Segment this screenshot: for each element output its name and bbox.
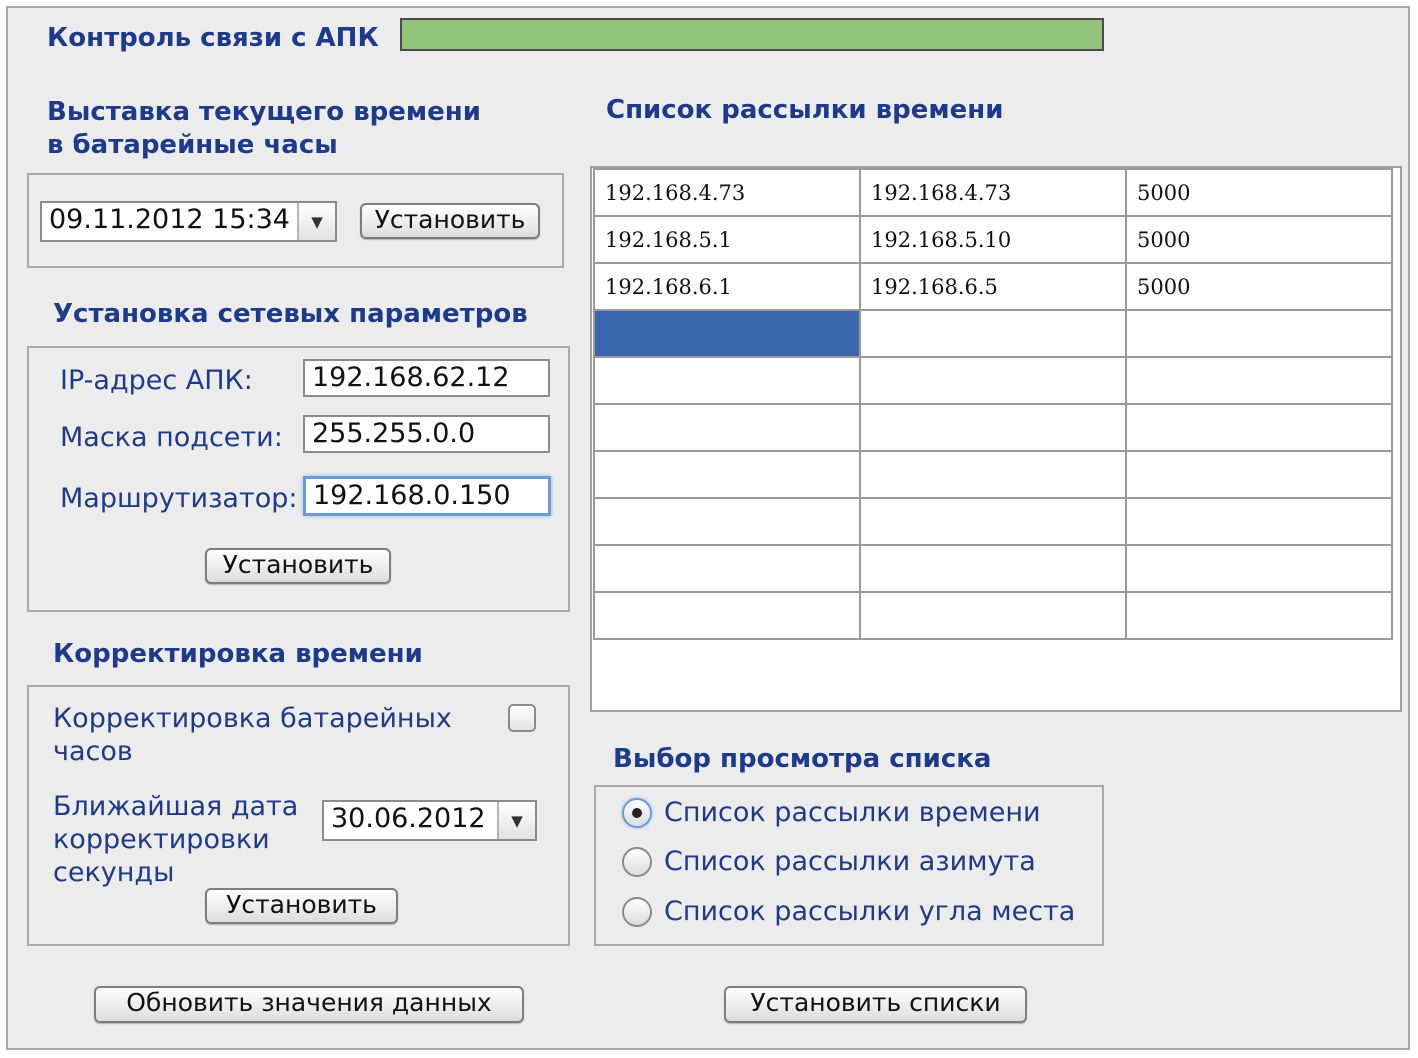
link-control-title: Контроль связи с АПК: [47, 23, 379, 53]
table-cell[interactable]: [1125, 591, 1393, 640]
leap-second-date-value: 30.06.2012: [331, 803, 486, 834]
radio-time-list-label[interactable]: Список рассылки времени: [664, 796, 1041, 829]
table-row[interactable]: 192.168.4.73 192.168.4.73 5000: [593, 168, 1393, 217]
table-row[interactable]: [593, 591, 1393, 640]
network-section-title: Установка сетевых параметров: [53, 299, 528, 329]
table-cell[interactable]: [1125, 356, 1393, 405]
view-select-title: Выбор просмотра списка: [613, 744, 992, 774]
table-row[interactable]: [593, 356, 1393, 405]
datetime-combobox[interactable]: 09.11.2012 15:34 ▼: [40, 201, 337, 242]
table-cell[interactable]: [859, 309, 1127, 358]
table-row[interactable]: [593, 544, 1393, 593]
table-cell[interactable]: [859, 356, 1127, 405]
table-cell[interactable]: [1125, 403, 1393, 452]
table-cell[interactable]: [1125, 450, 1393, 499]
leap-second-date-label: Ближайшая дата корректировки секунды: [53, 791, 299, 888]
table-cell[interactable]: [1125, 309, 1393, 358]
ip-address-field[interactable]: 192.168.62.12: [303, 359, 550, 397]
refresh-data-button[interactable]: Обновить значения данных: [94, 986, 524, 1023]
table-cell[interactable]: [1125, 544, 1393, 593]
radio-time-list[interactable]: [622, 798, 652, 828]
table-cell[interactable]: 5000: [1125, 215, 1393, 264]
chevron-down-icon[interactable]: ▼: [497, 802, 535, 839]
table-cell[interactable]: 192.168.5.1: [593, 215, 861, 264]
table-cell[interactable]: 192.168.4.73: [859, 168, 1127, 217]
table-cell[interactable]: [859, 544, 1127, 593]
table-cell[interactable]: [593, 403, 861, 452]
router-field[interactable]: 192.168.0.150: [303, 476, 551, 516]
table-cell[interactable]: 5000: [1125, 168, 1393, 217]
set-network-button[interactable]: Установить: [205, 548, 391, 584]
radio-elevation-list[interactable]: [622, 897, 652, 927]
correction-section-title: Корректировка времени: [53, 639, 423, 669]
clock-section-title: Выставка текущего времени в батарейные ч…: [47, 97, 481, 160]
set-clock-button[interactable]: Установить: [360, 203, 540, 239]
table-cell[interactable]: 192.168.4.73: [593, 168, 861, 217]
table-row[interactable]: 192.168.5.1 192.168.5.10 5000: [593, 215, 1393, 264]
router-label: Маршрутизатор:: [60, 483, 298, 514]
leap-second-date-combobox[interactable]: 30.06.2012 ▼: [322, 800, 537, 841]
set-lists-button[interactable]: Установить списки: [724, 986, 1027, 1023]
link-status-indicator: [400, 18, 1104, 51]
datetime-value: 09.11.2012 15:34: [49, 204, 290, 235]
table-cell[interactable]: [593, 544, 861, 593]
table-cell[interactable]: [859, 450, 1127, 499]
table-cell[interactable]: [859, 403, 1127, 452]
table-cell[interactable]: [593, 450, 861, 499]
table-row[interactable]: [593, 309, 1393, 358]
radio-elevation-list-label[interactable]: Список рассылки угла места: [664, 895, 1075, 928]
table-cell[interactable]: [1125, 497, 1393, 546]
table-cell[interactable]: 192.168.6.5: [859, 262, 1127, 311]
list-section-title: Список рассылки времени: [606, 95, 1004, 125]
radio-azimuth-list[interactable]: [622, 847, 652, 877]
battery-correction-label: Корректировка батарейных часов: [53, 703, 452, 767]
table-row[interactable]: 192.168.6.1 192.168.6.5 5000: [593, 262, 1393, 311]
mailing-list-table: 192.168.4.73 192.168.4.73 5000 192.168.5.1 1…: [593, 168, 1393, 640]
subnet-mask-field[interactable]: 255.255.0.0: [303, 415, 550, 453]
table-cell[interactable]: [593, 309, 861, 358]
table-cell[interactable]: [593, 356, 861, 405]
table-cell[interactable]: [593, 497, 861, 546]
table-row[interactable]: [593, 403, 1393, 452]
radio-azimuth-list-label[interactable]: Список рассылки азимута: [664, 845, 1036, 878]
battery-correction-checkbox[interactable]: [508, 704, 536, 732]
table-row[interactable]: [593, 450, 1393, 499]
table-cell[interactable]: 192.168.5.10: [859, 215, 1127, 264]
table-cell[interactable]: 192.168.6.1: [593, 262, 861, 311]
set-correction-button[interactable]: Установить: [205, 888, 398, 924]
chevron-down-icon[interactable]: ▼: [297, 203, 335, 240]
ip-label: IP-адрес АПК:: [60, 365, 253, 396]
table-cell[interactable]: [593, 591, 861, 640]
table-row[interactable]: [593, 497, 1393, 546]
table-cell[interactable]: 5000: [1125, 262, 1393, 311]
mask-label: Маска подсети:: [60, 422, 283, 453]
table-cell[interactable]: [859, 497, 1127, 546]
table-cell[interactable]: [859, 591, 1127, 640]
